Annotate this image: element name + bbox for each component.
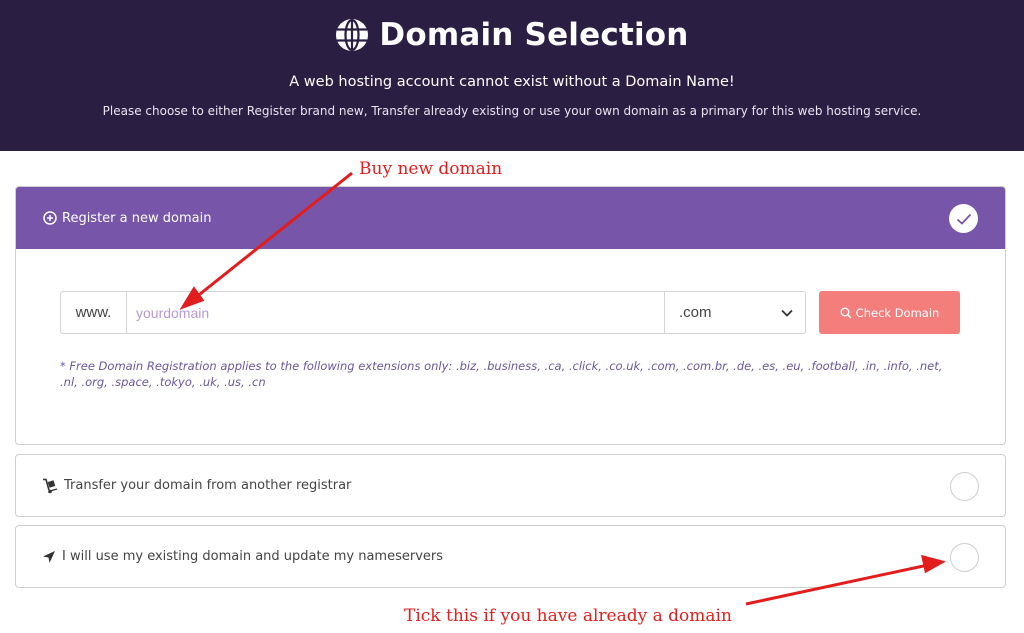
transfer-domain-option[interactable]: Transfer your domain from another regist… [15,454,1006,517]
location-arrow-icon [43,550,55,563]
page-title-row: Domain Selection [0,13,1024,57]
search-icon [840,307,852,319]
page-subtitle: A web hosting account cannot exist witho… [289,74,735,90]
register-domain-label: Register a new domain [62,210,212,226]
free-domain-note: * Free Domain Registration applies to th… [60,359,943,389]
page-title: Domain Selection [379,17,689,53]
register-selected-radio[interactable] [949,204,978,233]
domain-search-group: www. .com [60,291,806,334]
plus-circle-icon [43,211,57,225]
transfer-radio[interactable] [950,472,979,501]
existing-radio[interactable] [950,543,979,572]
check-domain-label: Check Domain [855,305,940,320]
register-domain-option[interactable]: Register a new domain [16,187,1005,249]
existing-domain-label: I will use my existing domain and update… [62,549,444,564]
checkmark-icon [956,213,971,225]
transfer-domain-label: Transfer your domain from another regist… [64,478,352,493]
existing-domain-option[interactable]: I will use my existing domain and update… [15,525,1006,588]
tick-existing-annotation: Tick this if you have already a domain [404,606,732,626]
extension-value: .com [679,304,712,321]
buy-new-domain-annotation: Buy new domain [359,159,503,179]
globe-icon [336,18,369,52]
register-domain-panel: Register a new domain www. .com Check Do… [15,186,1006,445]
page-header: Domain Selection A web hosting account c… [0,0,1024,151]
chevron-down-icon [781,309,793,317]
www-prefix: www. [61,292,127,333]
check-domain-button[interactable]: Check Domain [819,291,960,334]
domain-name-input[interactable] [127,292,664,333]
extension-select[interactable]: .com [664,292,805,333]
hand-truck-icon [43,478,58,493]
page-description: Please choose to either Register brand n… [102,104,922,118]
